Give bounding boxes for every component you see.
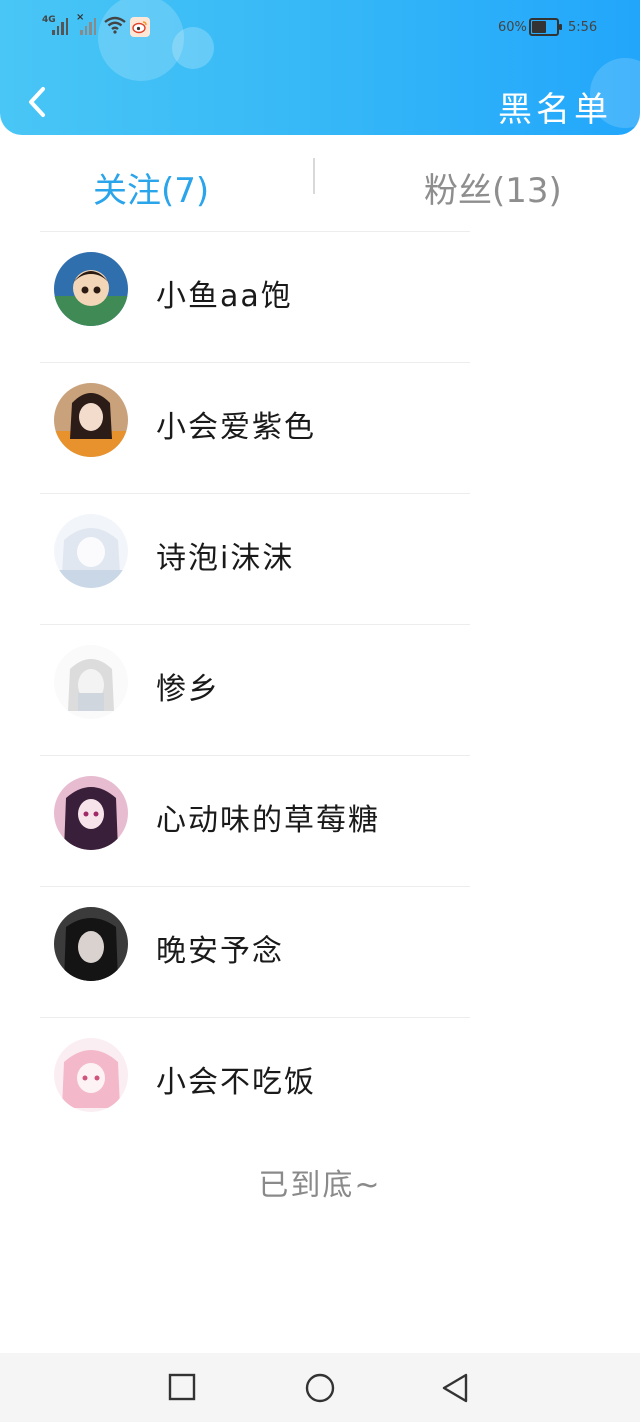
tab-following[interactable]: 关注(7): [93, 163, 209, 212]
nickname: 小会爱紫色: [156, 410, 316, 445]
row-divider: [40, 231, 470, 232]
battery-percent: 60%: [498, 20, 527, 35]
list-item[interactable]: 小鱼aa饱: [0, 231, 640, 362]
nickname: 诗泡i沫沫: [156, 541, 295, 576]
list-item[interactable]: 心动味的草莓糖: [0, 755, 640, 886]
list-item[interactable]: 诗泡i沫沫: [0, 493, 640, 624]
nickname: 小鱼aa饱: [156, 279, 293, 314]
list-item[interactable]: 晚安予念: [0, 886, 640, 1017]
list-item[interactable]: 惨乡: [0, 624, 640, 755]
circle-home-icon: [305, 1373, 335, 1403]
row-divider: [40, 362, 470, 363]
signal-icon-secondary: [80, 17, 96, 35]
nickname: 惨乡: [156, 672, 220, 707]
row-divider: [40, 624, 470, 625]
clock: 5:56: [568, 20, 598, 35]
end-of-list-text: 已到底~: [258, 1168, 382, 1203]
avatar[interactable]: [54, 907, 128, 981]
nickname: 心动味的草莓糖: [156, 803, 380, 838]
row-divider: [40, 493, 470, 494]
list-item[interactable]: 小会爱紫色: [0, 362, 640, 493]
avatar[interactable]: [54, 776, 128, 850]
triangle-back-icon: [442, 1373, 468, 1403]
header: 4G × 60% 5:56 黑名单: [0, 0, 640, 135]
tab-fans[interactable]: 粉丝(13): [424, 163, 562, 212]
battery-icon: [529, 18, 562, 36]
blocked-user-list: 小鱼aa饱 小会爱紫色 诗泡i沫沫 惨乡 心动味的草莓糖 晚安予念 小会不吃饭: [0, 231, 640, 1148]
signal-icon: [52, 17, 68, 35]
square-recent-icon: [168, 1373, 196, 1401]
chevron-left-icon: [29, 87, 45, 117]
avatar[interactable]: [54, 645, 128, 719]
system-nav-bar: [0, 1353, 640, 1422]
avatar[interactable]: [54, 252, 128, 326]
home-button[interactable]: [303, 1371, 337, 1405]
row-divider: [40, 1017, 470, 1018]
nickname: 晚安予念: [156, 934, 284, 969]
avatar[interactable]: [54, 514, 128, 588]
tab-bar: 关注(7) 粉丝(13): [0, 135, 640, 231]
wifi-icon: [104, 16, 126, 34]
tab-divider: [313, 158, 315, 194]
back-button[interactable]: [22, 82, 52, 122]
status-bar: 4G × 60% 5:56: [0, 0, 640, 56]
weibo-icon: [130, 17, 150, 37]
page-title: 黑名单: [498, 90, 612, 130]
avatar[interactable]: [54, 383, 128, 457]
battery-level: [532, 21, 546, 33]
list-item[interactable]: 小会不吃饭: [0, 1017, 640, 1148]
avatar[interactable]: [54, 1038, 128, 1112]
system-back-button[interactable]: [438, 1371, 472, 1405]
nickname: 小会不吃饭: [156, 1065, 316, 1100]
row-divider: [40, 755, 470, 756]
recent-apps-button[interactable]: [166, 1371, 200, 1405]
row-divider: [40, 886, 470, 887]
